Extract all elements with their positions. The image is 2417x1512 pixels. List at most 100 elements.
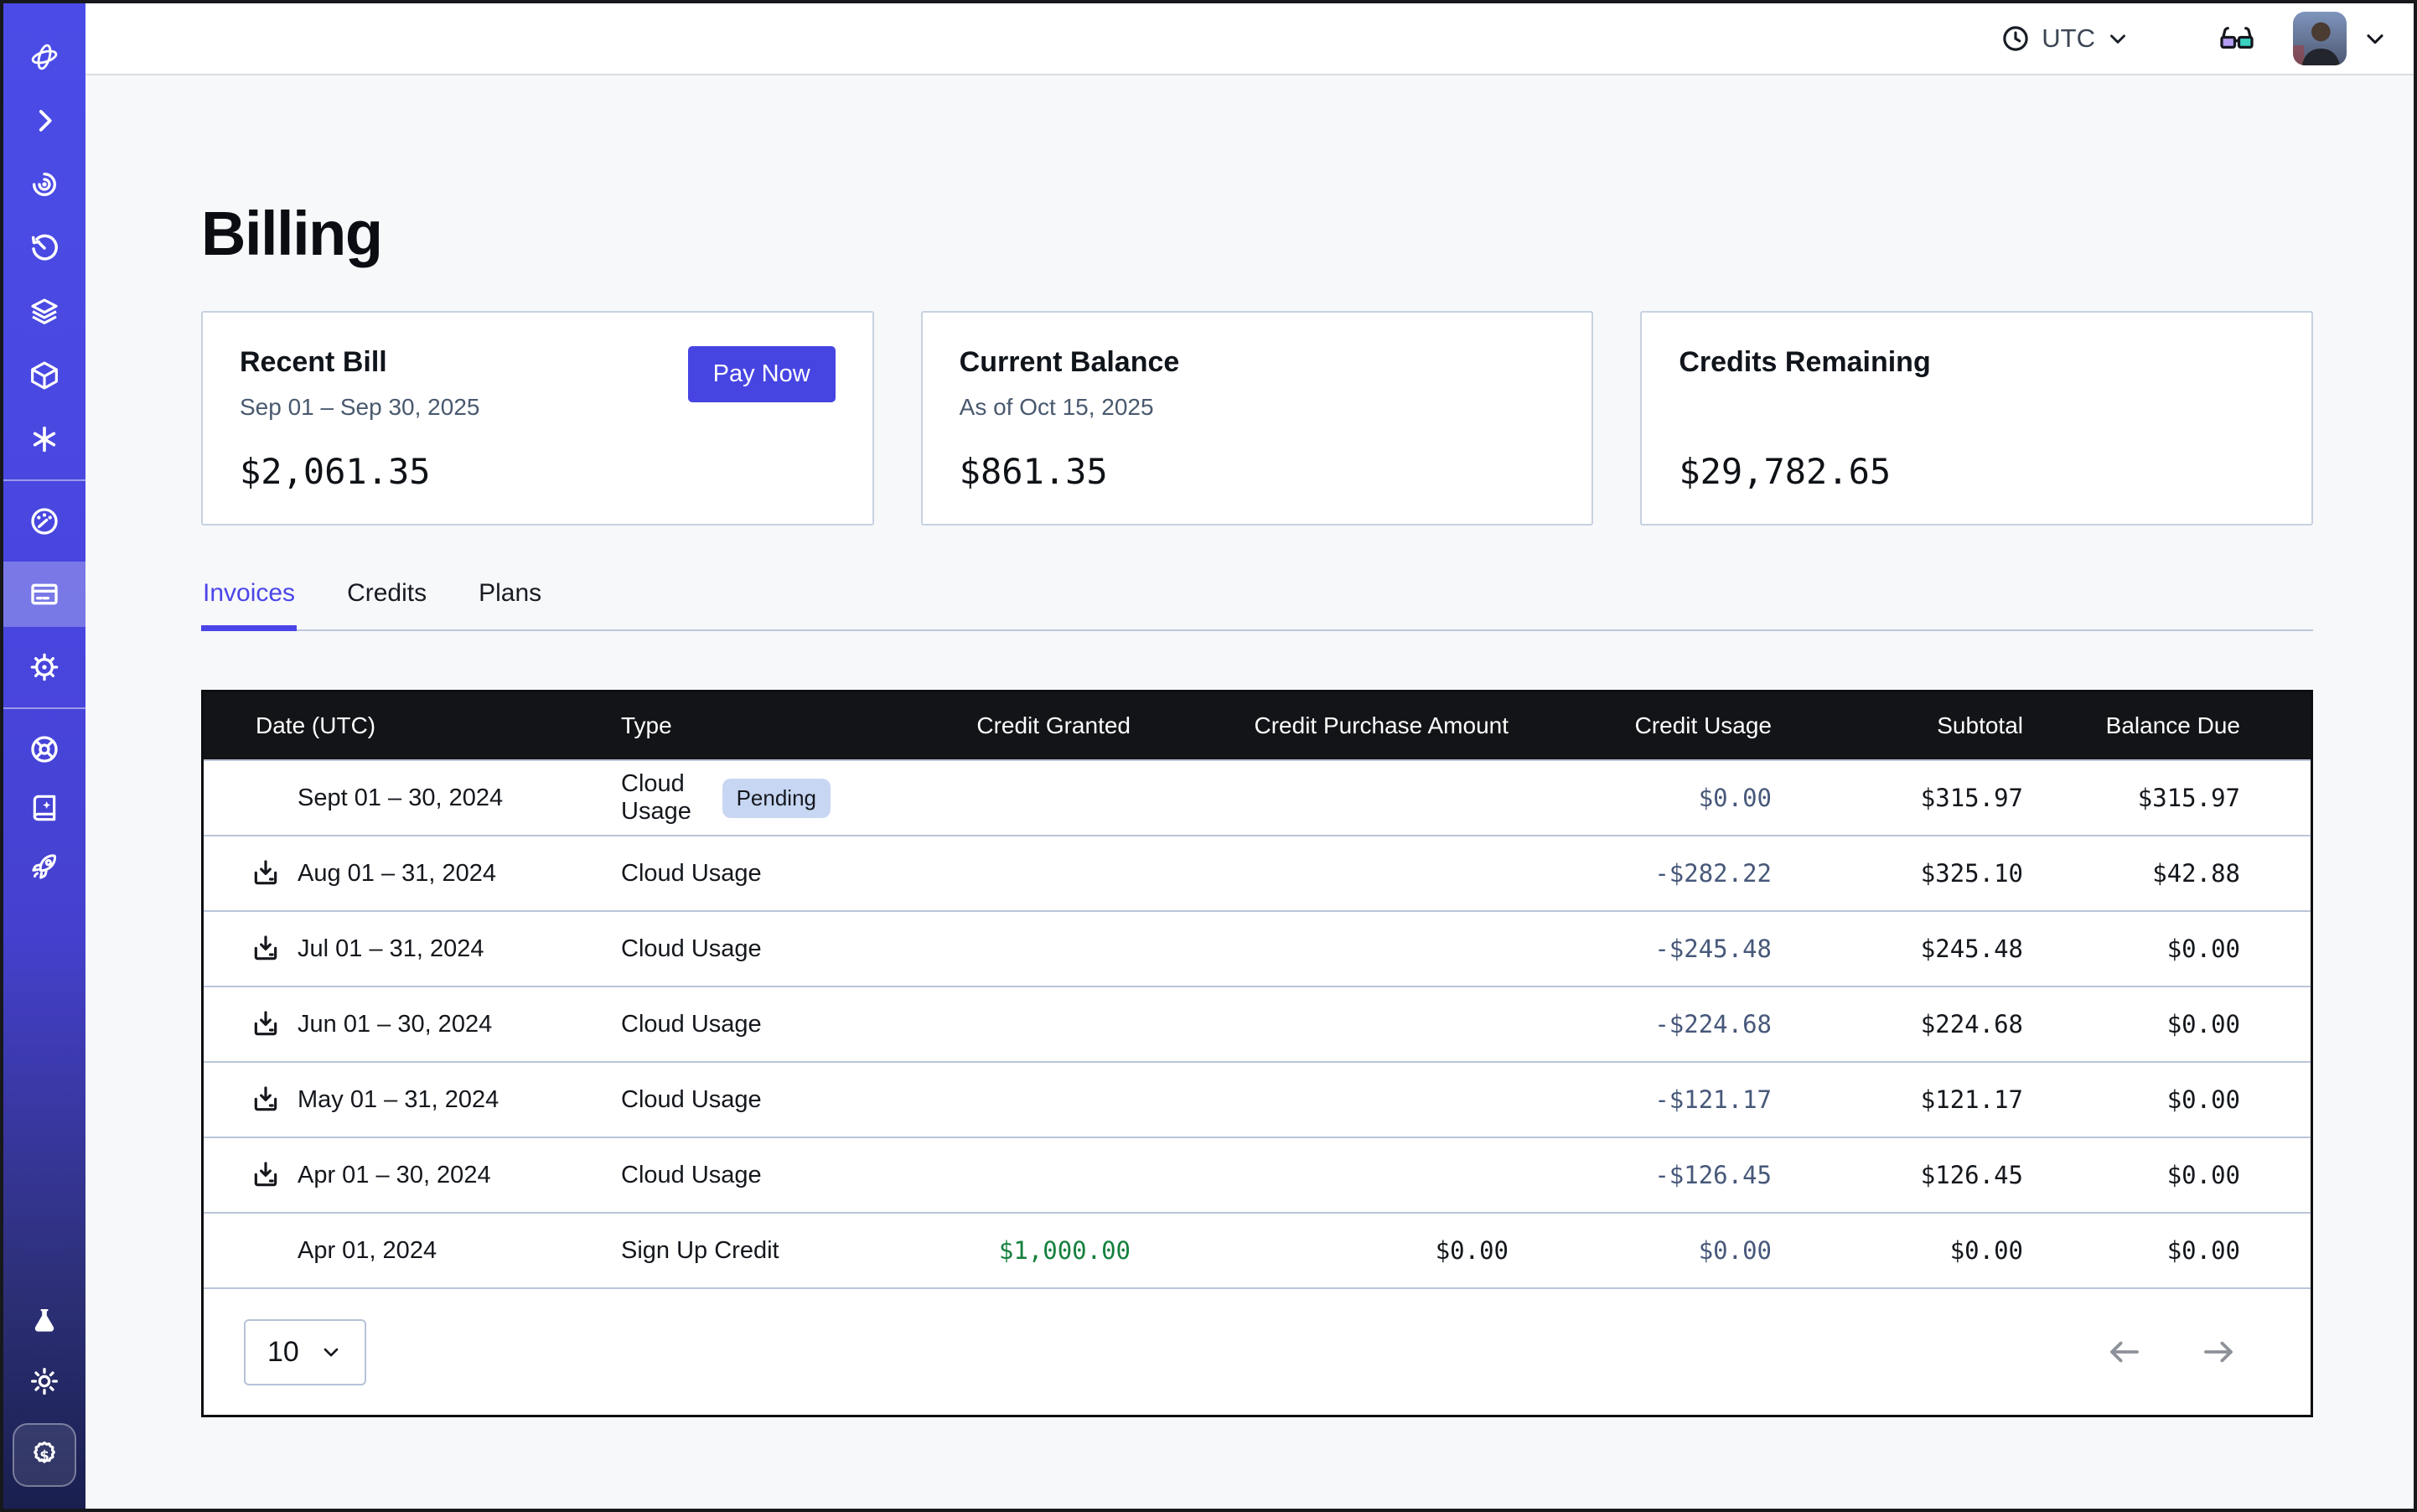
credit-usage-cell: -$224.68 xyxy=(1509,1010,1772,1038)
asterisk-icon[interactable] xyxy=(26,421,63,458)
billing-card-icon xyxy=(26,576,63,613)
tab-plans[interactable]: Plans xyxy=(477,579,543,629)
spiral-icon[interactable] xyxy=(26,166,63,203)
theme-sun-icon[interactable] xyxy=(26,1363,63,1400)
subtotal-cell: $224.68 xyxy=(1772,1010,2023,1038)
svg-text:$: $ xyxy=(39,1447,49,1463)
invoice-type: Cloud Usage xyxy=(621,770,707,826)
usage-gauge-icon[interactable] xyxy=(26,503,63,540)
main-area: UTC xyxy=(85,3,2414,1509)
subtotal-cell: $0.00 xyxy=(1772,1236,2023,1265)
current-balance-amount: $861.35 xyxy=(960,451,1555,492)
table-row: Jun 01 – 30, 2024 Cloud Usage -$224.68 $… xyxy=(204,986,2311,1061)
invoice-date: Jun 01 – 30, 2024 xyxy=(298,1011,492,1038)
table-row: Sept 01 – 30, 2024 Cloud Usage Pending $… xyxy=(204,759,2311,835)
column-header-balance-due: Balance Due xyxy=(2023,712,2240,739)
timezone-label: UTC xyxy=(2042,23,2095,54)
card-title: Current Balance xyxy=(960,346,1555,379)
column-header-credit-usage: Credit Usage xyxy=(1509,712,1772,739)
sidebar-divider xyxy=(3,707,85,709)
status-badge: Pending xyxy=(722,779,831,818)
column-header-type: Type xyxy=(621,712,831,739)
app-window: $ UTC xyxy=(0,0,2417,1512)
tab-credits[interactable]: Credits xyxy=(345,579,428,629)
previous-page-icon[interactable] xyxy=(2104,1332,2145,1372)
table-row: Apr 01 – 30, 2024 Cloud Usage -$126.45 $… xyxy=(204,1137,2311,1212)
invoices-table: Date (UTC) Type Credit Granted Credit Pu… xyxy=(201,690,2313,1417)
avatar[interactable] xyxy=(2293,12,2347,65)
subtotal-cell: $245.48 xyxy=(1772,935,2023,963)
settings-gear-icon[interactable] xyxy=(26,649,63,686)
recent-bill-amount: $2,061.35 xyxy=(240,451,836,492)
labs-flask-icon[interactable] xyxy=(26,1302,63,1339)
credit-usage-cell: -$121.17 xyxy=(1509,1085,1772,1114)
credit-usage-cell: $0.00 xyxy=(1509,784,1772,812)
credit-usage-cell: -$282.22 xyxy=(1509,859,1772,888)
table-row: Apr 01, 2024 Sign Up Credit $1,000.00 $0… xyxy=(204,1212,2311,1287)
page-size-value: 10 xyxy=(267,1336,299,1369)
page-title: Billing xyxy=(201,198,2313,269)
summary-cards: Recent Bill Sep 01 – Sep 30, 2025 $2,061… xyxy=(201,311,2313,526)
sidebar-bottom-group: $ xyxy=(13,1302,76,1509)
sidebar-item-billing[interactable] xyxy=(3,562,85,627)
credit-purchase-cell: $0.00 xyxy=(1131,1236,1509,1265)
launch-rocket-icon[interactable] xyxy=(26,848,63,885)
page-size-select[interactable]: 10 xyxy=(244,1319,366,1385)
subtotal-cell: $121.17 xyxy=(1772,1085,2023,1114)
column-header-subtotal: Subtotal xyxy=(1772,712,2023,739)
credits-remaining-card: Credits Remaining $29,782.65 xyxy=(1640,311,2313,526)
credits-remaining-amount: $29,782.65 xyxy=(1679,451,2275,492)
download-invoice-icon[interactable] xyxy=(247,1006,284,1043)
credit-usage-cell: $0.00 xyxy=(1509,1236,1772,1265)
invoice-date: Apr 01, 2024 xyxy=(298,1237,437,1265)
sidebar: $ xyxy=(3,3,85,1509)
layers-icon[interactable] xyxy=(26,293,63,330)
balance-due-cell: $0.00 xyxy=(2023,1010,2240,1038)
invoice-type: Sign Up Credit xyxy=(621,1237,779,1265)
table-row: Jul 01 – 31, 2024 Cloud Usage -$245.48 $… xyxy=(204,910,2311,986)
cube-icon[interactable] xyxy=(26,357,63,394)
current-balance-card: Current Balance As of Oct 15, 2025 $861.… xyxy=(921,311,1594,526)
docs-book-icon[interactable] xyxy=(26,790,63,826)
sidebar-divider xyxy=(3,479,85,481)
timezone-selector[interactable]: UTC xyxy=(2000,23,2130,54)
invoice-date: Sept 01 – 30, 2024 xyxy=(298,784,503,812)
sidebar-resources-group xyxy=(26,731,63,885)
column-header-date: Date (UTC) xyxy=(204,712,621,739)
history-timer-icon[interactable] xyxy=(26,230,63,267)
recent-bill-card: Recent Bill Sep 01 – Sep 30, 2025 $2,061… xyxy=(201,311,874,526)
card-sub-spacer xyxy=(1679,394,2275,422)
credit-granted-cell: $1,000.00 xyxy=(831,1236,1131,1265)
topbar: UTC xyxy=(85,3,2414,75)
balance-due-cell: $0.00 xyxy=(2023,935,2240,963)
table-row: Aug 01 – 31, 2024 Cloud Usage -$282.22 $… xyxy=(204,835,2311,910)
invoice-type: Cloud Usage xyxy=(621,860,762,888)
download-invoice-icon[interactable] xyxy=(247,1157,284,1194)
invoice-type: Cloud Usage xyxy=(621,1086,762,1114)
invoice-date: Apr 01 – 30, 2024 xyxy=(298,1162,491,1189)
support-wheel-icon[interactable] xyxy=(26,731,63,768)
chevron-down-icon xyxy=(2105,26,2130,51)
column-header-credit-granted: Credit Granted xyxy=(831,712,1131,739)
credits-dollar-badge-button[interactable]: $ xyxy=(13,1423,76,1487)
tab-invoices[interactable]: Invoices xyxy=(201,579,297,629)
invoice-type: Cloud Usage xyxy=(621,1162,762,1189)
credit-usage-cell: -$126.45 xyxy=(1509,1161,1772,1189)
invoice-type: Cloud Usage xyxy=(621,935,762,963)
download-invoice-icon[interactable] xyxy=(247,930,284,967)
pay-now-button[interactable]: Pay Now xyxy=(688,346,836,402)
content: Billing Recent Bill Sep 01 – Sep 30, 202… xyxy=(85,75,2414,1417)
balance-as-of: As of Oct 15, 2025 xyxy=(960,394,1555,422)
sidebar-account-group xyxy=(3,503,85,686)
pagination-controls xyxy=(2104,1332,2238,1372)
billing-tabs: Invoices Credits Plans xyxy=(201,579,2313,631)
orbit-logo-icon[interactable] xyxy=(26,39,63,75)
download-invoice-icon[interactable] xyxy=(247,1081,284,1118)
invoice-date: May 01 – 31, 2024 xyxy=(298,1086,499,1114)
download-invoice-icon[interactable] xyxy=(247,855,284,892)
account-menu-chevron-icon[interactable] xyxy=(2362,25,2389,52)
expand-chevron-icon[interactable] xyxy=(26,102,63,139)
glasses-icon[interactable] xyxy=(2218,19,2256,58)
next-page-icon[interactable] xyxy=(2198,1332,2238,1372)
card-title: Credits Remaining xyxy=(1679,346,2275,379)
